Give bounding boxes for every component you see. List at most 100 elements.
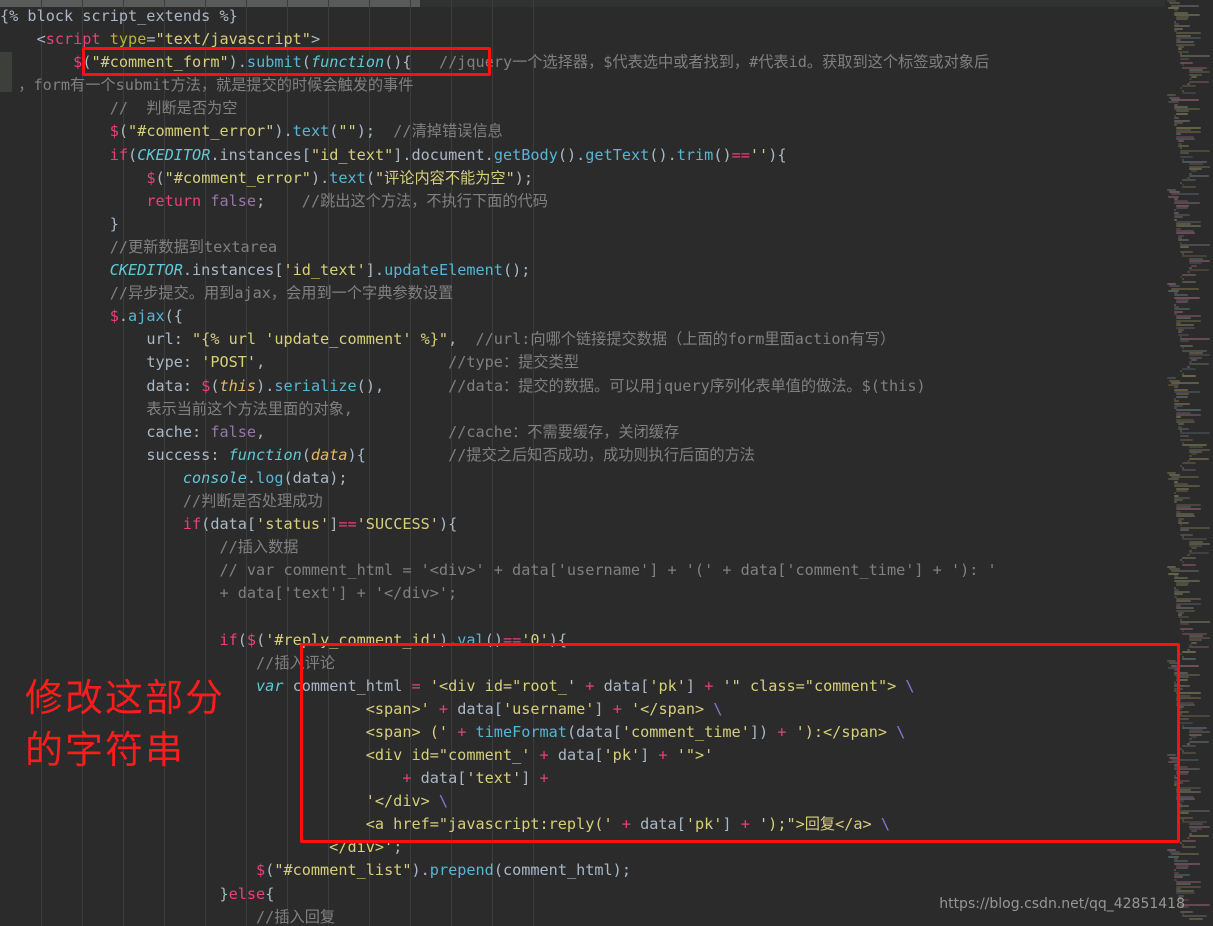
minimap-line — [1191, 170, 1198, 173]
code-line: //更新数据到textarea — [109, 237, 278, 256]
code-line: CKEDITOR.instances['id_text'].updateElem… — [109, 261, 531, 280]
minimap-line — [1189, 174, 1209, 177]
minimap-line — [1175, 232, 1195, 235]
minimap-line — [1182, 278, 1185, 281]
minimap-line — [1167, 94, 1176, 97]
code-line: $("#comment_error").text(""); //清掉错误信息 — [109, 122, 503, 141]
minimap-line — [1168, 101, 1180, 104]
minimap-line — [1180, 717, 1190, 720]
minimap-line — [1191, 453, 1198, 456]
minimap-line — [1173, 117, 1179, 120]
minimap-line — [1182, 563, 1197, 566]
minimap-line — [1175, 676, 1189, 679]
minimap-line — [1189, 738, 1192, 741]
annotation-line-1: 修改这部分 — [25, 676, 226, 720]
source-code-text[interactable]: {% block script_extends %} <script type=… — [0, 0, 1213, 926]
minimap-line — [1175, 883, 1191, 886]
minimap-line — [1175, 692, 1201, 695]
minimap-line — [1189, 163, 1203, 166]
minimap-line — [1180, 434, 1190, 437]
watermark-url: https://blog.csdn.net/qq_42851418 — [939, 896, 1185, 912]
minimap-line — [1189, 446, 1203, 449]
minimap-line — [1191, 641, 1198, 644]
minimap-line — [1175, 395, 1188, 398]
minimap-line — [1189, 834, 1209, 837]
minimap-line — [1182, 469, 1197, 472]
minimap-line — [1173, 9, 1178, 12]
minimap-line — [1180, 653, 1183, 656]
minimap-line — [1168, 478, 1180, 481]
minimap-line — [1182, 186, 1197, 189]
minimap-line — [1189, 646, 1209, 649]
code-line: if($('#reply_comment_id').val()=='0'){ — [219, 630, 568, 649]
code-line: $("#comment_list").prepend(comment_html)… — [256, 861, 631, 880]
minimap-line — [1175, 489, 1188, 492]
minimap-line — [1175, 416, 1181, 419]
minimap-line — [1175, 600, 1191, 603]
minimap-line — [1182, 839, 1197, 842]
minimap-line — [1182, 650, 1197, 653]
minimap-line — [1180, 246, 1190, 249]
minimap-line — [1191, 264, 1198, 267]
minimap-line — [1189, 354, 1210, 357]
minimap-line — [1171, 193, 1200, 196]
minimap-line — [1189, 740, 1209, 743]
code-line: type: 'POST', //type：提交类型 — [146, 353, 579, 372]
minimap-line — [1180, 811, 1190, 814]
minimap-line — [1173, 492, 1176, 495]
code-line: } — [109, 214, 119, 233]
minimap-line — [1182, 85, 1197, 88]
minimap-line — [1173, 209, 1176, 212]
minimap-line — [1180, 807, 1183, 810]
minimap-line — [1182, 179, 1197, 182]
code-line: 表示当前这个方法里面的对象, — [146, 399, 353, 418]
minimap-line — [1189, 552, 1209, 554]
minimap-line — [1182, 556, 1197, 559]
code-line: {% block script_extends %} — [0, 7, 238, 25]
code-line: //插入数据 — [219, 538, 299, 557]
minimap-line — [1180, 623, 1190, 626]
minimap-line — [1182, 92, 1197, 94]
code-line: + data['text'] + '</div>'; — [219, 584, 458, 603]
minimap-line — [1175, 515, 1195, 518]
minimap-line — [1175, 678, 1188, 681]
code-line: </div>'; — [329, 838, 403, 857]
minimap-line — [1182, 752, 1197, 755]
minimap-line — [1173, 124, 1177, 127]
code-minimap[interactable] — [1165, 0, 1213, 926]
minimap-line — [1182, 374, 1197, 377]
code-line: <script type="text/javascript"> — [36, 30, 321, 49]
minimap-line — [1186, 554, 1190, 557]
minimap-line — [1191, 736, 1198, 738]
minimap-line — [1182, 280, 1197, 283]
minimap-line — [1180, 57, 1190, 60]
code-editor-window: {% block script_extends %} <script type=… — [0, 0, 1213, 926]
minimap-line — [1169, 2, 1181, 5]
code-line: // var comment_html = '<div>' + data['us… — [219, 561, 997, 580]
minimap-line — [1180, 715, 1211, 718]
code-line: url: "{% url 'update_comment' %}", //url… — [146, 330, 896, 349]
minimap-line — [1178, 239, 1189, 242]
minimap-line — [1175, 584, 1188, 587]
minimap-line — [1173, 308, 1190, 311]
code-line: // 判断是否为空 — [109, 99, 238, 118]
minimap-line — [1175, 867, 1188, 870]
minimap-line — [1171, 853, 1200, 856]
minimap-line — [1173, 768, 1200, 771]
minimap-line — [1175, 508, 1201, 511]
code-line: $("#comment_error").text("评论内容不能为空"); — [146, 168, 534, 187]
minimap-line — [1191, 75, 1198, 78]
minimap-line — [1189, 78, 1192, 81]
red-annotation-note: 修改这部分 的字符串 — [25, 672, 225, 776]
minimap-line — [1180, 340, 1190, 343]
minimap-line — [1191, 830, 1198, 833]
code-line: cache: false, //cache：不需要缓存，关闭缓存 — [146, 422, 680, 441]
minimap-line — [1182, 630, 1185, 633]
minimap-line — [1182, 347, 1185, 350]
minimap-line — [1180, 147, 1183, 150]
minimap-line — [1173, 860, 1188, 863]
minimap-line — [1178, 331, 1182, 334]
minimap-line — [1182, 657, 1197, 660]
minimap-line — [1189, 269, 1209, 272]
